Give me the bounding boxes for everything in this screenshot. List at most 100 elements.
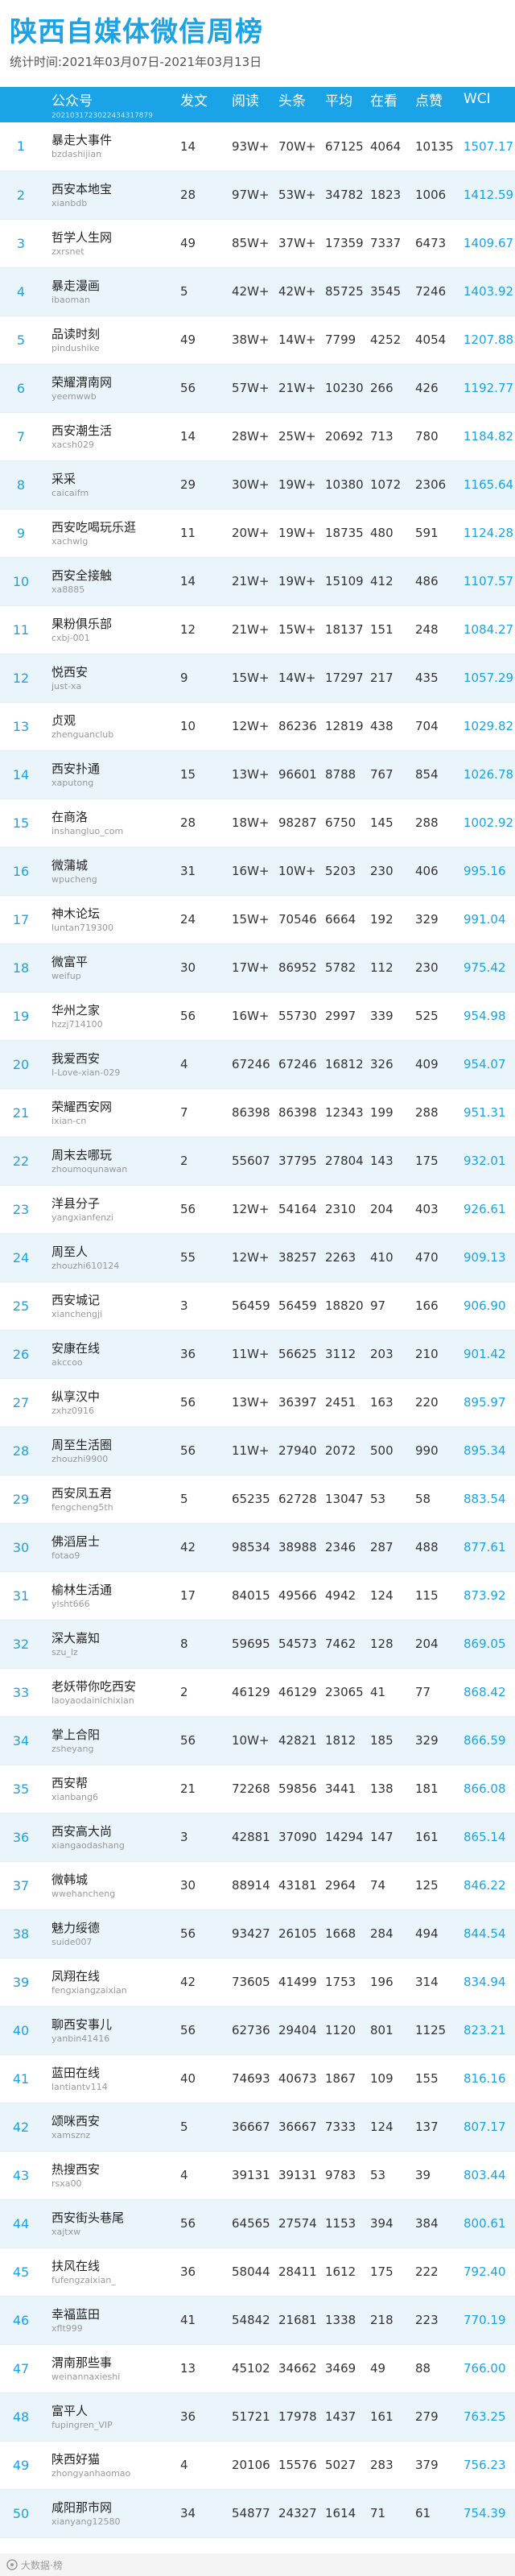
account-name[interactable]: 凤翔在线 [52,1968,175,1984]
account-name[interactable]: 西安吃喝玩乐逛 [52,519,175,535]
account-name[interactable]: 微蒲城 [52,857,175,873]
account-name[interactable]: 富平人 [52,2403,175,2419]
account-name[interactable]: 哲学人生网 [52,229,175,246]
account-name[interactable]: 洋县分子 [52,1195,175,1212]
table-row[interactable]: 31 榆林生活通 ylsht666 17 84015 49566 4942 124 115 873… [0,1571,515,1620]
table-row[interactable]: 26 安康在线 akccoo 36 11W+ 56625 3112 203 210 901.42 [0,1330,515,1379]
table-row[interactable]: 16 微蒲城 wpucheng 31 16W+ 10W+ 5203 230 406 995.16 [0,847,515,896]
table-row[interactable]: 22 周末去哪玩 zhoumoqunawan 2 55607 37795 27804 143 1… [0,1137,515,1186]
table-row[interactable]: 27 纵享汉中 zxhz0916 56 13W+ 36397 2451 163 220 895.9… [0,1378,515,1427]
account-name[interactable]: 安康在线 [52,1340,175,1356]
table-row[interactable]: 39 凤翔在线 fengxiangzaixian 42 73605 41499 1753 19… [0,1958,515,2007]
table-row[interactable]: 47 渭南那些事 weinannaxieshi 13 45102 34662 3469 49 8… [0,2344,515,2393]
table-row[interactable]: 33 老妖带你吃西安 laoyaodainichixian 2 46129 46129 23… [0,1668,515,1717]
account-name[interactable]: 西安凤五君 [52,1485,175,1501]
account-name[interactable]: 聊西安事儿 [52,2017,175,2033]
account-name[interactable]: 魅力绥德 [52,1920,175,1936]
account-name[interactable]: 暴走漫画 [52,278,175,294]
table-row[interactable]: 4 暴走漫画 ibaoman 5 42W+ 42W+ 85725 3545 7246 1403.9… [0,267,515,316]
account-name[interactable]: 幸福蓝田 [52,2306,175,2322]
table-row[interactable]: 8 采采 caicaifm 29 30W+ 19W+ 10380 1072 2306 1165.6… [0,460,515,510]
account-name[interactable]: 渭南那些事 [52,2355,175,2371]
account-name[interactable]: 微富平 [52,954,175,970]
account-name[interactable]: 西安潮生活 [52,423,175,439]
table-row[interactable]: 24 周至人 zhouzhi610124 55 12W+ 38257 2263 410 470 9… [0,1233,515,1282]
table-row[interactable]: 41 蓝田在线 lantiantv114 40 74693 40673 1867 109 155… [0,2054,515,2103]
table-row[interactable]: 30 佛滔居士 fotao9 42 98534 38988 2346 287 488 877.61 [0,1523,515,1572]
account-name[interactable]: 西安全接触 [52,568,175,584]
table-row[interactable]: 12 悦西安 just-xa 9 15W+ 14W+ 17297 217 435 1057.29 [0,654,515,703]
account-name[interactable]: 西安本地宝 [52,181,175,197]
table-row[interactable]: 10 西安全接触 xa8885 14 21W+ 19W+ 15109 412 486 1107.5… [0,557,515,606]
account-name[interactable]: 暴走大事件 [52,132,175,148]
table-row[interactable]: 43 热搜西安 rsxa00 4 39131 39131 9783 53 39 803.44 [0,2151,515,2200]
table-row[interactable]: 35 西安帮 xianbang6 21 72268 59856 3441 138 181 866.… [0,1765,515,1814]
account-name[interactable]: 陕西好猫 [52,2451,175,2467]
table-row[interactable]: 50 咸阳那市网 xianyang12580 34 54877 24327 1614 71 61… [0,2489,515,2538]
account-name[interactable]: 老妖带你吃西安 [52,1678,175,1695]
table-row[interactable]: 7 西安潮生活 xacsh029 14 28W+ 25W+ 20692 713 780 1184.… [0,412,515,461]
table-row[interactable]: 5 品读时刻 pindushike 49 38W+ 14W+ 7799 4252 4054 120… [0,316,515,365]
account-name[interactable]: 荣耀渭南网 [52,374,175,390]
account-name[interactable]: 蓝田在线 [52,2065,175,2081]
table-row[interactable]: 20 我爱西安 I-Love-xian-029 4 67246 67246 16812 326… [0,1040,515,1089]
account-name[interactable]: 品读时刻 [52,326,175,342]
table-row[interactable]: 14 西安扑通 xaputong 15 13W+ 96601 8788 767 854 1026.… [0,750,515,799]
table-row[interactable]: 15 在商洛 inshangluo_com 28 18W+ 98287 6750 145 288… [0,799,515,848]
account-name[interactable]: 在商洛 [52,809,175,825]
table-row[interactable]: 3 哲学人生网 zxrsnet 49 85W+ 37W+ 17359 7337 6473 1409… [0,219,515,268]
account-name[interactable]: 掌上合阳 [52,1727,175,1743]
table-row[interactable]: 37 微韩城 wwehancheng 30 88914 43181 2964 74 125 846… [0,1861,515,1910]
account-name[interactable]: 咸阳那市网 [52,2500,175,2516]
table-row[interactable]: 28 周至生活圈 zhouzhi9900 56 11W+ 27940 2072 500 990 8… [0,1426,515,1476]
account-name[interactable]: 周至人 [52,1244,175,1260]
table-row[interactable]: 46 幸福蓝田 xflt999 41 54842 21681 1338 218 223 770.1… [0,2296,515,2345]
account-name[interactable]: 颂咪西安 [52,2113,175,2129]
table-row[interactable]: 6 荣耀渭南网 yeemwwb 56 57W+ 21W+ 10230 266 426 1192.7… [0,364,515,413]
table-row[interactable]: 11 果粉俱乐部 cxbj-001 12 21W+ 15W+ 18137 151 248 1084… [0,605,515,654]
table-row[interactable]: 42 颂咪西安 xamsznz 5 36667 36667 7333 124 137 807.17 [0,2103,515,2152]
account-name[interactable]: 周至生活圈 [52,1437,175,1453]
table-row[interactable]: 1 暴走大事件 bzdashijian 14 93W+ 70W+ 67125 4064 1013… [0,122,515,171]
account-name[interactable]: 西安扑通 [52,761,175,777]
account-name[interactable]: 华州之家 [52,1002,175,1018]
table-row[interactable]: 17 神木论坛 luntan719300 24 15W+ 70546 6664 192 329 9… [0,895,515,944]
account-name[interactable]: 神木论坛 [52,906,175,922]
account-name[interactable]: 荣耀西安网 [52,1099,175,1115]
account-name[interactable]: 微韩城 [52,1872,175,1888]
account-name[interactable]: 热搜西安 [52,2161,175,2178]
table-row[interactable]: 36 西安高大尚 xiangaodashang 3 42881 37090 14294 147… [0,1813,515,1862]
table-row[interactable]: 2 西安本地宝 xianbdb 28 97W+ 53W+ 34782 1823 1006 1412… [0,171,515,220]
account-name[interactable]: 悦西安 [52,664,175,680]
table-row[interactable]: 48 富平人 fupingren_VIP 36 51721 17978 1437 161 279… [0,2392,515,2442]
table-row[interactable]: 34 掌上合阳 zsheyang 56 10W+ 42821 1812 185 329 866.5… [0,1716,515,1765]
account-name[interactable]: 西安城记 [52,1292,175,1308]
account-name[interactable]: 佛滔居士 [52,1534,175,1550]
account-name[interactable]: 果粉俱乐部 [52,616,175,632]
table-row[interactable]: 25 西安城记 xianchengji 3 56459 56459 18820 97 166 90… [0,1282,515,1331]
table-row[interactable]: 9 西安吃喝玩乐逛 xachwlg 11 20W+ 19W+ 18735 480 591 1124… [0,509,515,558]
account-name[interactable]: 纵享汉中 [52,1389,175,1405]
table-row[interactable]: 38 魅力绥德 suide007 56 93427 26105 1668 284 494 844.… [0,1909,515,1959]
account-name[interactable]: 周末去哪玩 [52,1147,175,1163]
account-name[interactable]: 采采 [52,471,175,487]
table-row[interactable]: 13 贞观 zhenguanclub 10 12W+ 86236 12819 438 704 10… [0,702,515,751]
account-name[interactable]: 榆林生活通 [52,1582,175,1598]
table-row[interactable]: 45 扶风在线 fufengzaixian_ 36 58044 28411 1612 175 2… [0,2248,515,2297]
table-row[interactable]: 21 荣耀西安网 ixian-cn 7 86398 86398 12343 199 288 951… [0,1088,515,1137]
account-name[interactable]: 西安高大尚 [52,1823,175,1839]
account-name[interactable]: 深大嘉知 [52,1630,175,1646]
table-row[interactable]: 18 微富平 weifup 30 17W+ 86952 5782 112 230 975.42 [0,943,515,993]
account-name[interactable]: 扶风在线 [52,2258,175,2274]
table-row[interactable]: 19 华州之家 hzzj714100 56 16W+ 55730 2997 339 525 954… [0,992,515,1041]
table-row[interactable]: 23 洋县分子 yangxianfenzi 56 12W+ 54164 2310 204 403… [0,1185,515,1234]
account-name[interactable]: 我爱西安 [52,1051,175,1067]
table-row[interactable]: 40 聊西安事儿 yanbin41416 56 62736 29404 1120 801 112… [0,2006,515,2055]
table-row[interactable]: 49 陕西好猫 zhongyanhaomao 4 20106 15576 5027 283 37… [0,2441,515,2490]
table-row[interactable]: 44 西安街头巷尾 xajtxw 56 64565 27574 1153 394 384 800.… [0,2199,515,2248]
account-name[interactable]: 西安帮 [52,1775,175,1791]
table-row[interactable]: 32 深大嘉知 szu_lz 8 59695 54573 7462 128 204 869.05 [0,1620,515,1669]
table-row[interactable]: 29 西安凤五君 fengcheng5th 5 65235 62728 13047 53 58 8… [0,1475,515,1524]
account-name[interactable]: 西安街头巷尾 [52,2210,175,2226]
account-name[interactable]: 贞观 [52,712,175,729]
